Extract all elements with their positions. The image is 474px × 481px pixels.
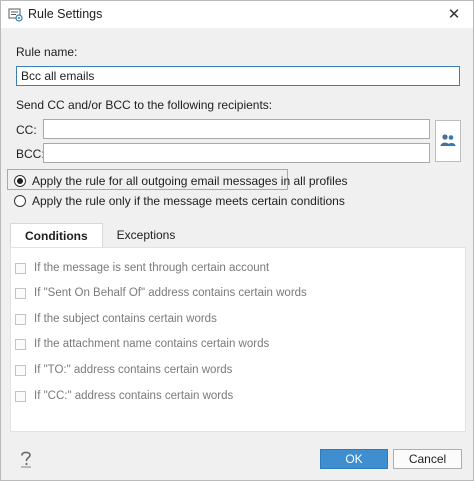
close-button[interactable]: ✕ — [445, 5, 463, 23]
cc-input[interactable] — [43, 119, 430, 139]
apply-all-radio[interactable] — [14, 175, 26, 187]
ok-button[interactable]: OK — [320, 449, 388, 469]
window-title: Rule Settings — [28, 7, 103, 21]
conditions-panel: If the message is sent through certain a… — [10, 247, 466, 432]
cancel-button[interactable]: Cancel — [393, 449, 462, 469]
condition-label: If the message is sent through certain a… — [34, 262, 270, 274]
condition-label: If "Sent On Behalf Of" address contains … — [34, 287, 307, 299]
condition-row[interactable]: If the attachment name contains certain … — [15, 338, 269, 350]
condition-checkbox[interactable] — [15, 287, 26, 299]
condition-checkbox[interactable] — [15, 313, 26, 325]
apply-conditional-radio[interactable] — [14, 195, 26, 207]
condition-row[interactable]: If the message is sent through certain a… — [15, 262, 269, 274]
rule-settings-icon — [8, 7, 23, 22]
condition-row[interactable]: If "TO:" address contains certain words — [15, 364, 232, 376]
condition-checkbox[interactable] — [15, 262, 26, 274]
condition-checkbox[interactable] — [15, 390, 26, 402]
condition-row[interactable]: If "CC:" address contains certain words — [15, 390, 233, 402]
rule-name-input[interactable] — [16, 66, 460, 86]
bcc-input[interactable] — [43, 143, 430, 163]
condition-label: If "CC:" address contains certain words — [34, 390, 234, 402]
apply-conditional-label: Apply the rule only if the message meets… — [32, 194, 345, 208]
condition-row[interactable]: If the subject contains certain words — [15, 313, 217, 325]
help-icon[interactable] — [18, 449, 34, 469]
rule-settings-dialog: Rule Settings ✕ Rule name: Send CC and/o… — [0, 0, 474, 481]
tab-strip: Conditions Exceptions — [10, 223, 189, 247]
apply-conditional-option[interactable]: Apply the rule only if the message meets… — [14, 194, 345, 208]
condition-label: If the subject contains certain words — [34, 313, 217, 325]
address-book-button[interactable] — [435, 120, 461, 162]
people-icon — [440, 133, 456, 150]
condition-label: If the attachment name contains certain … — [34, 338, 270, 350]
cc-label: CC: — [16, 123, 37, 137]
title-bar: Rule Settings ✕ — [1, 1, 473, 28]
bcc-label: BCC: — [16, 147, 45, 161]
tab-conditions[interactable]: Conditions — [10, 223, 103, 247]
apply-all-option[interactable]: Apply the rule for all outgoing email me… — [14, 174, 348, 188]
condition-checkbox[interactable] — [15, 338, 26, 350]
condition-row[interactable]: If "Sent On Behalf Of" address contains … — [15, 287, 307, 299]
condition-checkbox[interactable] — [15, 364, 26, 376]
condition-label: If "TO:" address contains certain words — [34, 364, 233, 376]
apply-all-label: Apply the rule for all outgoing email me… — [32, 174, 348, 188]
rule-name-label: Rule name: — [16, 45, 78, 59]
tab-exceptions[interactable]: Exceptions — [103, 223, 190, 247]
recipients-heading: Send CC and/or BCC to the following reci… — [16, 98, 273, 112]
close-icon: ✕ — [447, 6, 461, 23]
